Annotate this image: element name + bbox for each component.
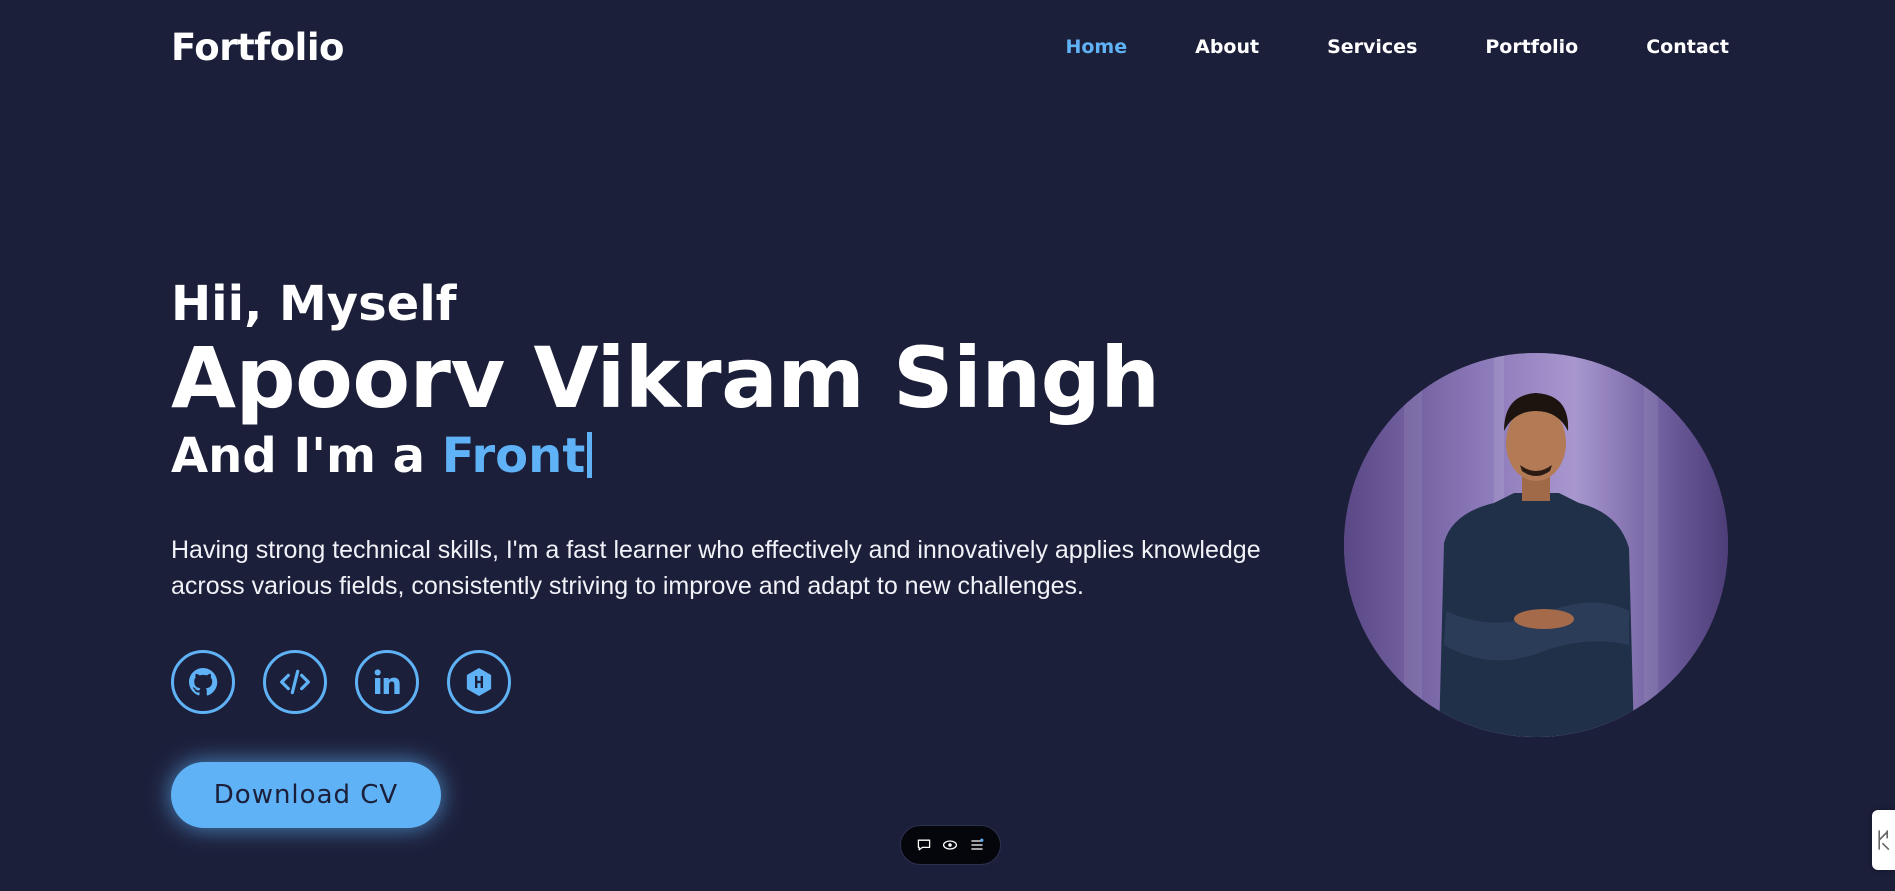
page: Fortfolio Home About Services Portfolio … [0, 0, 1895, 891]
hero-name: Apoorv Vikram Singh [171, 329, 1160, 427]
nav-services[interactable]: Services [1327, 36, 1417, 58]
linkedin-link[interactable] [355, 650, 419, 714]
bottom-toolbar [900, 825, 1001, 865]
site-logo[interactable]: Fortfolio [171, 26, 344, 69]
nav-about[interactable]: About [1195, 36, 1259, 58]
code-link[interactable] [263, 650, 327, 714]
role-prefix: And I'm a [171, 428, 442, 484]
social-links [171, 650, 539, 714]
side-widget-icon [1877, 830, 1889, 851]
profile-portrait-image [1344, 353, 1728, 737]
role-typed-text: Front [441, 428, 586, 484]
hero-greeting: Hii, Myself [171, 276, 457, 332]
download-cv-button[interactable]: Download CV [171, 762, 441, 828]
profile-photo [1344, 353, 1728, 737]
main-nav: Home About Services Portfolio Contact [997, 36, 1729, 58]
chat-icon[interactable] [914, 835, 934, 855]
code-icon [280, 669, 310, 695]
typing-cursor [587, 432, 593, 478]
eye-icon[interactable] [940, 835, 960, 855]
github-link[interactable] [171, 650, 235, 714]
nav-home[interactable]: Home [1065, 36, 1127, 58]
menu-icon[interactable] [967, 835, 987, 855]
hackerrank-icon [466, 668, 492, 696]
linkedin-icon [374, 669, 400, 694]
side-widget-tab[interactable] [1872, 810, 1895, 870]
github-icon [189, 668, 218, 696]
nav-portfolio[interactable]: Portfolio [1485, 36, 1578, 58]
hero-description: Having strong technical skills, I'm a fa… [171, 536, 1261, 600]
nav-contact[interactable]: Contact [1646, 36, 1729, 58]
hero-role: And I'm a Front [171, 432, 593, 480]
hackerrank-link[interactable] [447, 650, 511, 714]
